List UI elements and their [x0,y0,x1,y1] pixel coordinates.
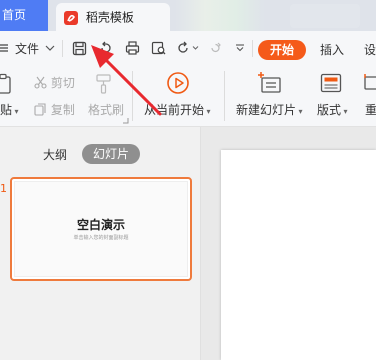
chevron-down-icon [45,45,55,51]
new-slide-icon [258,72,281,93]
play-from-current-button[interactable]: 从当前开始 ▾ [144,101,211,118]
tab-insert-label: 插入 [320,43,345,57]
undo-icon [177,41,188,53]
cut-icon [34,76,47,89]
tab-design-label: 设 [364,43,376,57]
tab-start-label: 开始 [269,43,294,57]
play-icon [167,72,189,94]
copy-icon [34,103,46,116]
tab-insert[interactable]: 插入 [320,41,344,58]
layout-dropdown-icon: ▾ [341,107,348,116]
ribbon: 贴 ▾ 剪切 复制 格式刷 从当前开始 ▾ 新建幻灯片 ▾ 版式 ▾ 重 [0,65,376,127]
separator [132,71,133,121]
chevron-down-icon [192,46,198,50]
dropdown-icon [236,44,244,52]
cut-button[interactable]: 剪切 [34,74,75,91]
redo-alt-button[interactable] [202,31,228,65]
paste-label: 贴 [0,103,13,117]
tab-start[interactable]: 开始 [258,40,306,60]
save-button[interactable] [66,31,92,65]
separator [252,40,253,57]
paste-dropdown-icon: ▾ [12,107,19,116]
reset-label: 重 [365,103,376,117]
slide-thumbnail-content: 空白演示 单击输入您的封面副标题 [14,181,188,277]
menu-bar: 文件 开始 插入 设 [0,31,376,65]
slide-canvas[interactable] [221,150,376,360]
cut-label: 剪切 [50,76,75,90]
slide-number: 1 [0,182,7,195]
preview-icon [151,41,165,55]
copy-label: 复制 [50,103,75,117]
undo-button[interactable] [172,31,202,65]
redo-icon [101,41,111,53]
print-button[interactable] [120,31,144,65]
group-expand-icon [123,118,129,124]
slide-thumbnail[interactable]: 空白演示 单击输入您的封面副标题 [10,177,192,281]
tab-template-label: 稻壳模板 [85,10,134,25]
copy-button[interactable]: 复制 [34,101,75,118]
tab-blurred [175,0,265,31]
new-slide-label: 新建幻灯片 [236,103,297,117]
tab-slides-label: 幻灯片 [92,147,129,161]
file-menu-dropdown[interactable] [42,31,58,65]
format-painter-label: 格式刷 [88,103,125,117]
format-painter-button[interactable]: 格式刷 [88,101,124,118]
tab-blurred-2 [290,4,360,28]
paste-icon [0,73,11,94]
thumbnail-title: 空白演示 [76,218,125,232]
separator [62,40,63,57]
new-slide-dropdown-icon: ▾ [296,107,303,116]
print-icon [125,41,139,55]
reset-icon [364,74,376,90]
docer-logo-icon [64,10,78,25]
format-painter-icon [96,74,111,94]
tab-bar: 首页 稻壳模板 [0,0,376,31]
reset-button[interactable]: 重 [365,101,376,118]
menu-icon [0,44,8,52]
tab-home-label: 首页 [2,8,27,22]
new-slide-button[interactable]: 新建幻灯片 ▾ [236,101,303,118]
preview-button[interactable] [146,31,170,65]
tab-outline[interactable]: 大纲 [43,146,67,163]
layout-label: 版式 [317,103,342,117]
paste-button[interactable]: 贴 ▾ [0,101,19,118]
tab-slides[interactable]: 幻灯片 [82,144,140,164]
separator [224,71,225,121]
file-menu-label: 文件 [15,41,40,56]
redo-disabled-icon [210,42,221,52]
tab-home[interactable]: 首页 [0,0,48,31]
tab-design[interactable]: 设 [364,41,376,58]
tab-template[interactable]: 稻壳模板 [56,3,170,31]
customize-toolbar-button[interactable] [230,31,250,65]
layout-icon [320,73,342,93]
play-dropdown-icon: ▾ [204,107,211,116]
tab-outline-label: 大纲 [43,148,68,162]
thumbnail-subtitle: 单击输入您的封面副标题 [73,235,129,241]
save-icon [72,41,86,55]
redo-button[interactable] [94,31,118,65]
layout-button[interactable]: 版式 ▾ [317,101,348,118]
play-from-current-label: 从当前开始 [144,103,205,117]
